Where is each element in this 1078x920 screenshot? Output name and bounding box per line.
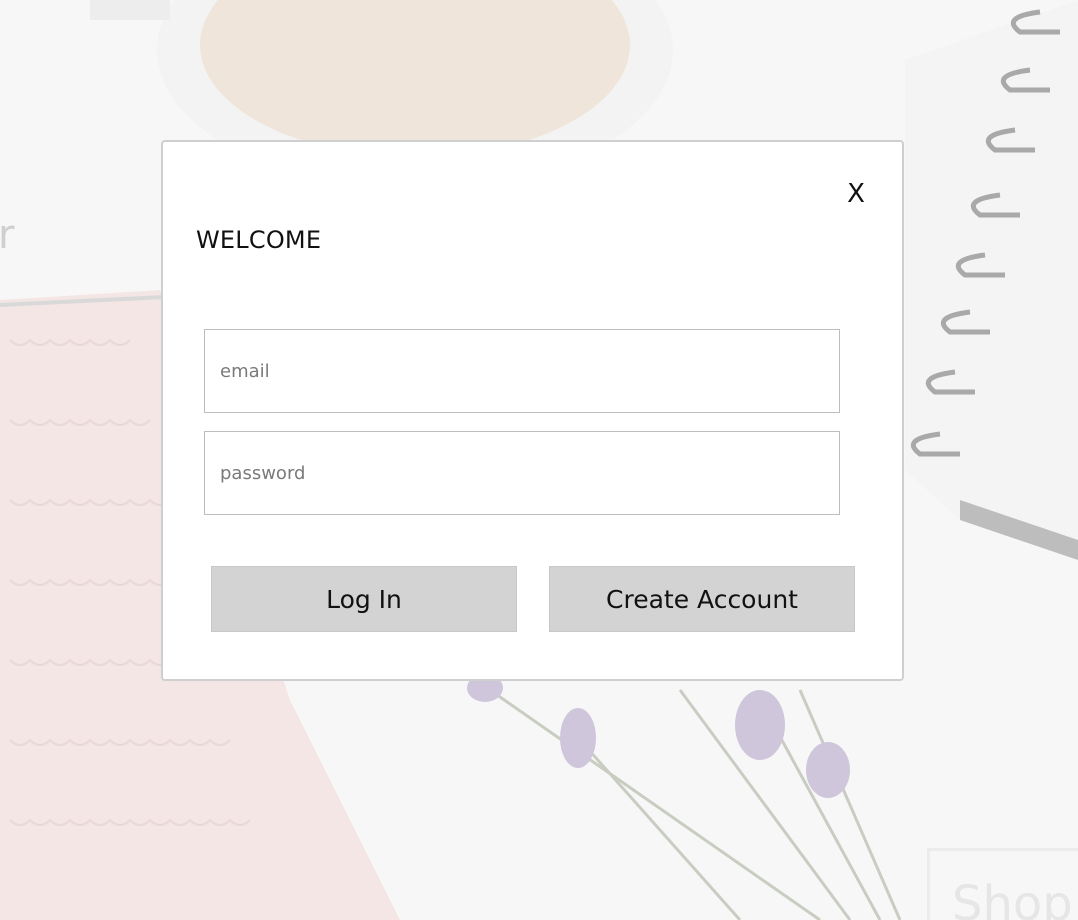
cup-saucer-edge	[90, 0, 170, 20]
close-button[interactable]: X	[845, 180, 867, 208]
email-field[interactable]	[204, 329, 840, 413]
login-button-label: Log In	[326, 584, 402, 614]
notebook-cover	[905, 0, 1078, 560]
create-account-button-label: Create Account	[606, 584, 798, 614]
lavender-stems	[489, 688, 902, 920]
background-shop-label: Shop	[952, 876, 1073, 920]
modal-title: WELCOME	[196, 226, 322, 254]
create-account-button[interactable]: Create Account	[549, 566, 855, 632]
background-partial-text: r	[0, 212, 15, 258]
lavender-buds	[467, 674, 850, 798]
login-modal: X WELCOME Log In Create Account	[161, 140, 904, 681]
login-button[interactable]: Log In	[211, 566, 517, 632]
password-field[interactable]	[204, 431, 840, 515]
